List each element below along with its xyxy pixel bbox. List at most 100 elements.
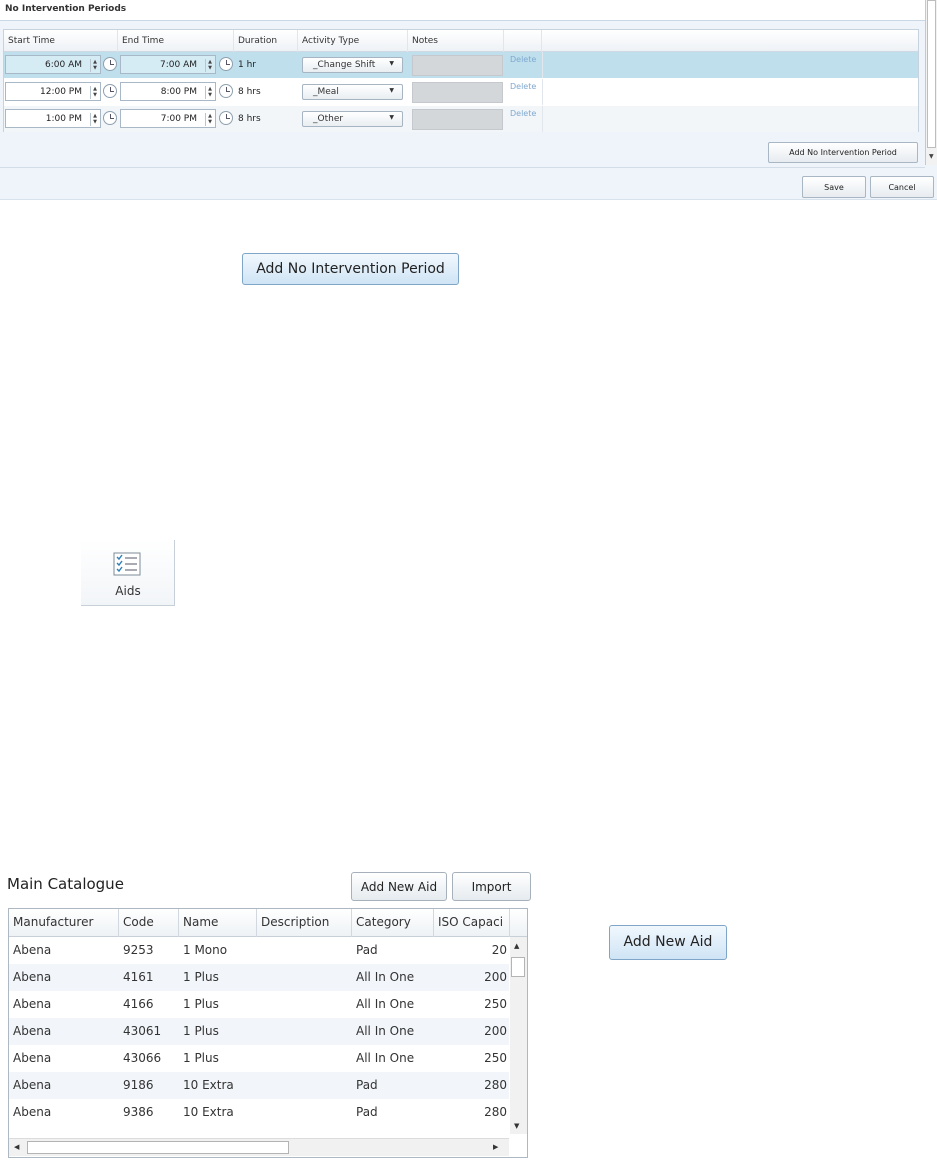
grid-header: Start Time End Time Duration Activity Ty…: [4, 30, 918, 52]
duration-value: 1 hr: [238, 60, 256, 70]
end-clock-icon[interactable]: [219, 57, 233, 71]
dropdown-caret-icon: ▼: [389, 114, 394, 121]
table-row[interactable]: 6:00 AM ▲ ▼ 7:00 AM ▲ ▼ 1 hr _Change Shift…: [4, 52, 918, 78]
column-header-notes[interactable]: Notes: [408, 30, 504, 52]
column-header-category[interactable]: Category: [352, 909, 434, 937]
name-cell: 1 Plus: [183, 970, 219, 984]
category-cell: All In One: [356, 1051, 415, 1065]
delete-link[interactable]: Delete: [510, 109, 536, 118]
name-cell: 1 Mono: [183, 943, 228, 957]
iso-capacity-cell: 280: [484, 1078, 507, 1092]
dropdown-caret-icon: ▼: [389, 87, 394, 94]
column-header-end-time[interactable]: End Time: [118, 30, 234, 52]
cancel-button[interactable]: Cancel: [870, 176, 934, 198]
name-cell: 1 Plus: [183, 1051, 219, 1065]
import-button[interactable]: Import: [452, 872, 531, 901]
end-clock-icon[interactable]: [219, 84, 233, 98]
end-time-input[interactable]: 7:00 AM: [120, 55, 216, 74]
column-header-start-time[interactable]: Start Time: [4, 30, 118, 52]
activity-type-select[interactable]: _Other ▼: [302, 111, 403, 127]
end-time-input[interactable]: 8:00 PM: [120, 82, 216, 101]
column-header-manufacturer[interactable]: Manufacturer: [9, 909, 119, 937]
category-cell: All In One: [356, 997, 415, 1011]
start-time-spinner-icon[interactable]: ▲ ▼: [90, 59, 99, 72]
add-new-aid-button[interactable]: Add New Aid: [351, 872, 447, 901]
start-time-spinner-icon[interactable]: ▲ ▼: [90, 113, 99, 126]
divider: [0, 167, 925, 168]
iso-capacity-cell: 20: [491, 943, 507, 957]
save-button[interactable]: Save: [802, 176, 866, 198]
column-header-iso-capacity[interactable]: ISO Capaci: [434, 909, 510, 937]
end-clock-icon[interactable]: [219, 111, 233, 125]
category-cell: Pad: [356, 1078, 378, 1092]
aids-tile-button[interactable]: Aids: [81, 540, 175, 606]
notes-input[interactable]: [412, 109, 503, 130]
start-clock-icon[interactable]: [103, 111, 117, 125]
scrollbar-thumb[interactable]: [511, 957, 525, 977]
table-row[interactable]: 1:00 PM ▲ ▼ 7:00 PM ▲ ▼ 8 hrs _Other ▼ Del…: [4, 106, 918, 132]
table-row[interactable]: 12:00 PM ▲ ▼ 8:00 PM ▲ ▼ 8 hrs _Meal ▼ Del…: [4, 79, 918, 105]
catalogue-vertical-scrollbar[interactable]: ▲ ▼: [510, 937, 527, 1134]
iso-capacity-cell: 280: [484, 1105, 507, 1119]
start-time-input[interactable]: 1:00 PM: [5, 109, 101, 128]
code-cell: 43061: [123, 1024, 162, 1038]
add-new-aid-button-large[interactable]: Add New Aid: [609, 925, 727, 960]
catalogue-grid: Manufacturer Code Name Description Categ…: [8, 908, 528, 1158]
table-row[interactable]: Abena 4166 1 Plus All In One 250: [9, 991, 509, 1018]
manufacturer-cell: Abena: [13, 943, 52, 957]
code-cell: 43066: [123, 1051, 162, 1065]
iso-capacity-cell: 250: [484, 1051, 507, 1065]
delete-link[interactable]: Delete: [510, 82, 536, 91]
column-divider: [542, 79, 543, 105]
end-time-input[interactable]: 7:00 PM: [120, 109, 216, 128]
column-divider: [542, 52, 543, 78]
start-clock-icon[interactable]: [103, 84, 117, 98]
panel-title: No Intervention Periods: [0, 0, 925, 21]
aids-label: Aids: [115, 584, 141, 598]
scroll-right-arrow-icon[interactable]: ▶: [493, 1143, 498, 1151]
end-time-spinner-icon[interactable]: ▲ ▼: [205, 59, 214, 72]
table-row[interactable]: Abena 9253 1 Mono Pad 20: [9, 937, 509, 964]
column-header-name[interactable]: Name: [179, 909, 257, 937]
delete-link[interactable]: Delete: [510, 55, 536, 64]
manufacturer-cell: Abena: [13, 1105, 52, 1119]
start-time-spinner-icon[interactable]: ▲ ▼: [90, 86, 99, 99]
start-time-input[interactable]: 6:00 AM: [5, 55, 101, 74]
scrollbar-thumb[interactable]: [27, 1141, 289, 1154]
activity-type-select[interactable]: _Change Shift ▼: [302, 57, 403, 73]
table-row[interactable]: Abena 4161 1 Plus All In One 200: [9, 964, 509, 991]
scroll-down-arrow-icon[interactable]: ▼: [929, 154, 934, 160]
end-time-spinner-icon[interactable]: ▲ ▼: [205, 86, 214, 99]
duration-value: 8 hrs: [238, 87, 261, 97]
add-no-intervention-period-button[interactable]: Add No Intervention Period: [768, 142, 918, 163]
scroll-down-arrow-icon[interactable]: ▼: [514, 1122, 519, 1130]
iso-capacity-cell: 200: [484, 1024, 507, 1038]
notes-input[interactable]: [412, 82, 503, 103]
panel-vertical-scrollbar[interactable]: ▼: [925, 0, 937, 165]
column-header-activity-type[interactable]: Activity Type: [298, 30, 408, 52]
name-cell: 10 Extra: [183, 1105, 234, 1119]
table-row[interactable]: Abena 9386 10 Extra Pad 280: [9, 1099, 509, 1126]
catalogue-title: Main Catalogue: [7, 875, 124, 893]
column-header-description[interactable]: Description: [257, 909, 352, 937]
manufacturer-cell: Abena: [13, 1078, 52, 1092]
manufacturer-cell: Abena: [13, 1051, 52, 1065]
scrollbar-thumb[interactable]: [927, 0, 936, 148]
column-header-duration[interactable]: Duration: [234, 30, 298, 52]
code-cell: 4166: [123, 997, 154, 1011]
start-time-input[interactable]: 12:00 PM: [5, 82, 101, 101]
add-no-intervention-period-button-large[interactable]: Add No Intervention Period: [242, 253, 459, 285]
catalogue-horizontal-scrollbar[interactable]: ◀ ▶: [9, 1138, 509, 1156]
scroll-left-arrow-icon[interactable]: ◀: [14, 1143, 19, 1151]
notes-input[interactable]: [412, 55, 503, 76]
column-header-code[interactable]: Code: [119, 909, 179, 937]
activity-type-select[interactable]: _Meal ▼: [302, 84, 403, 100]
end-time-spinner-icon[interactable]: ▲ ▼: [205, 113, 214, 126]
scroll-up-arrow-icon[interactable]: ▲: [514, 942, 519, 950]
table-row[interactable]: Abena 43066 1 Plus All In One 250: [9, 1045, 509, 1072]
table-row[interactable]: Abena 9186 10 Extra Pad 280: [9, 1072, 509, 1099]
table-row[interactable]: Abena 43061 1 Plus All In One 200: [9, 1018, 509, 1045]
category-cell: All In One: [356, 970, 415, 984]
start-clock-icon[interactable]: [103, 57, 117, 71]
no-intervention-periods-panel: No Intervention Periods ▼ Start Time End…: [0, 0, 937, 200]
